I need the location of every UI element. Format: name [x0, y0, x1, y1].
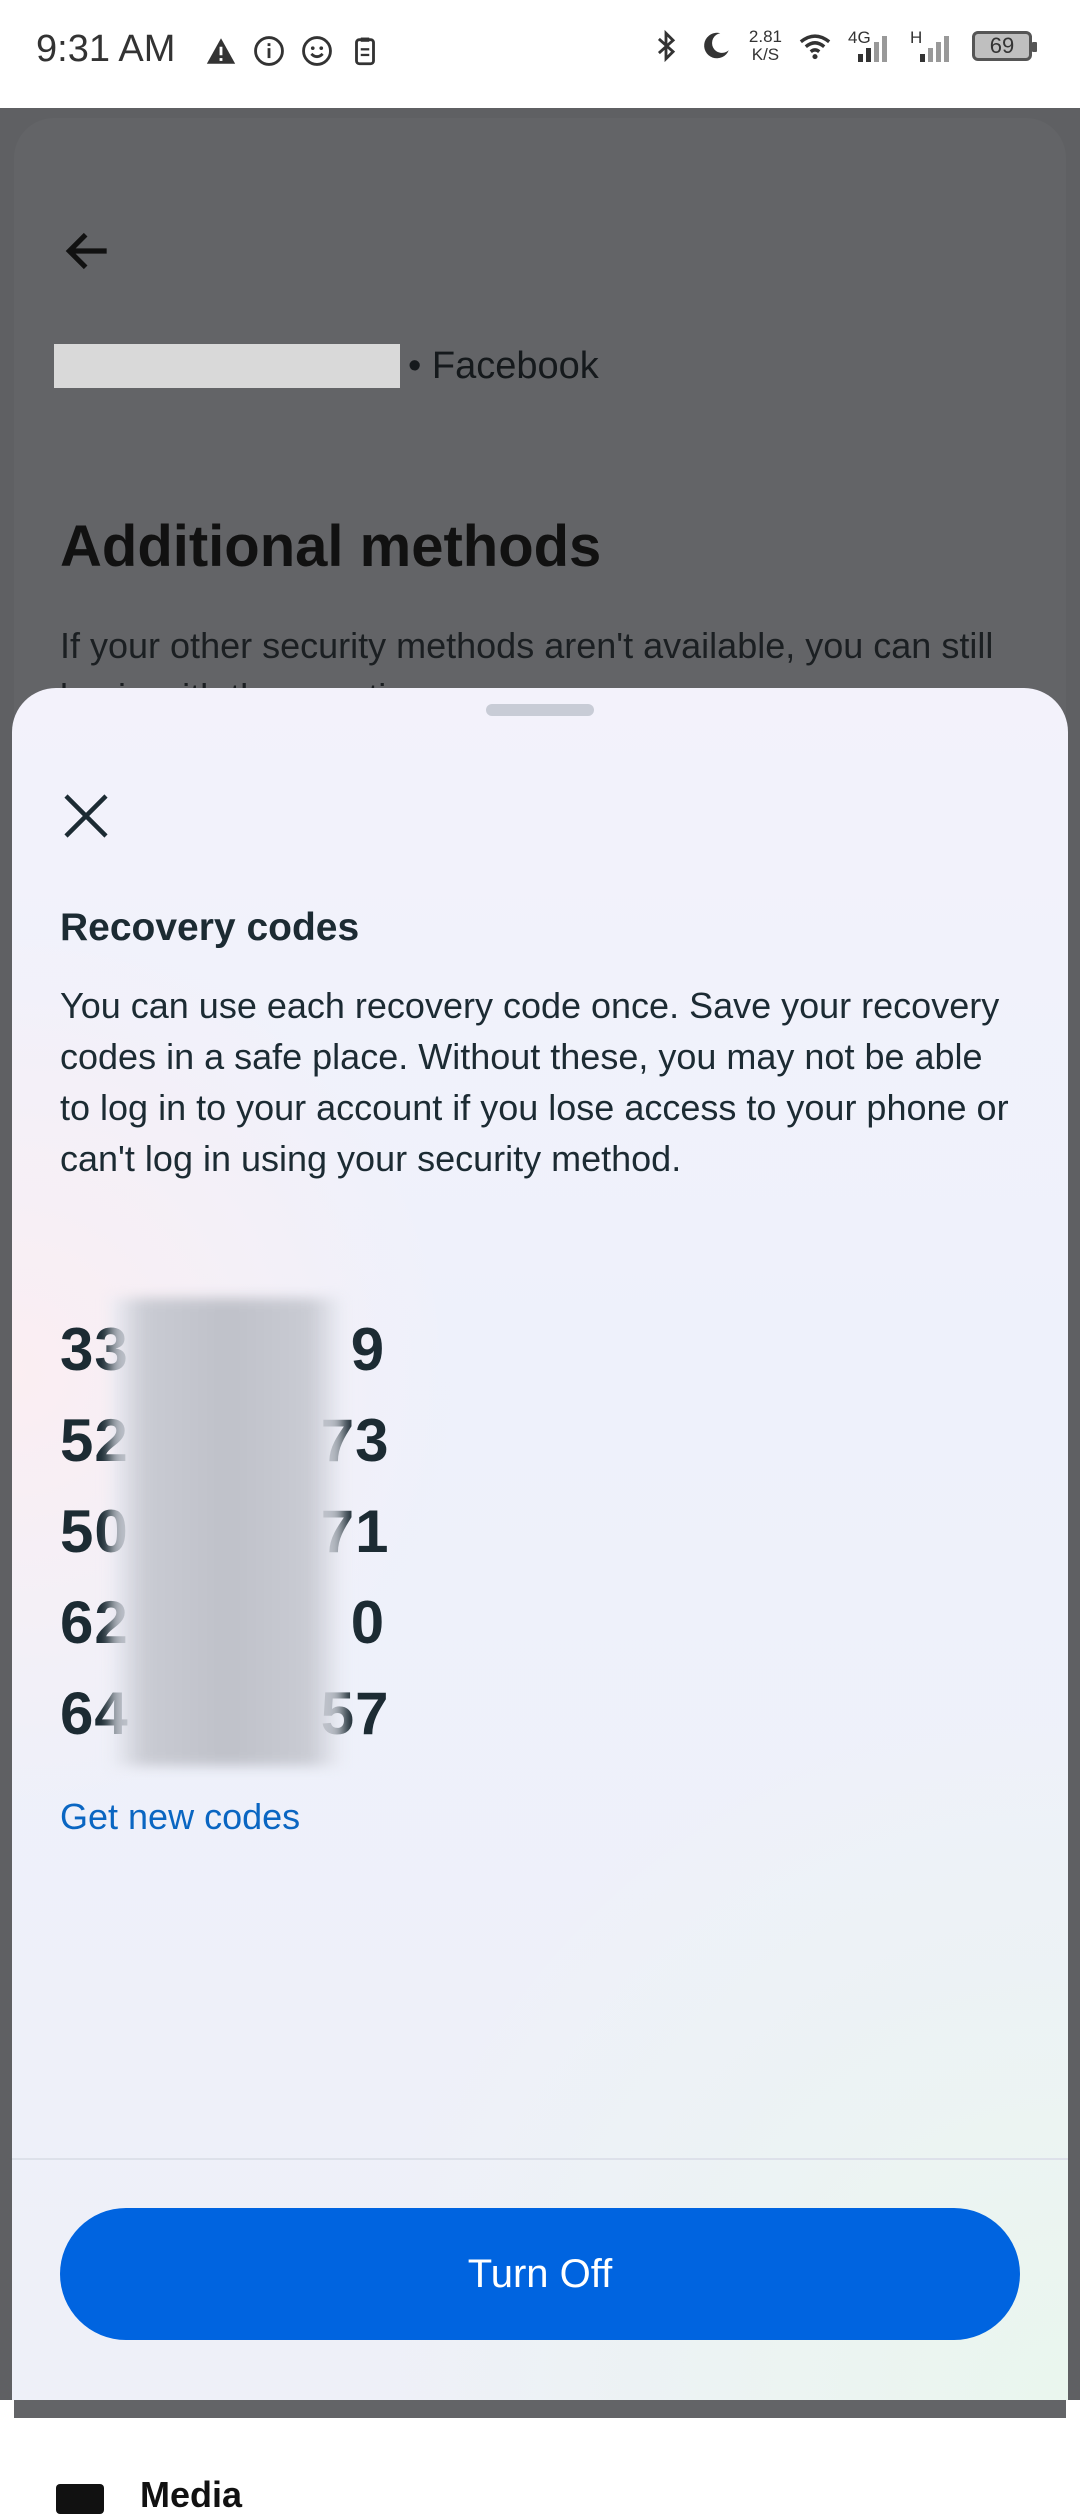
sheet-description: You can use each recovery code once. Sav… — [60, 985, 1009, 1179]
turn-off-button[interactable]: Turn Off — [60, 2208, 1020, 2340]
recovery-codes-sheet: Recovery codes You can use each recovery… — [12, 688, 1068, 2400]
sheet-divider — [12, 2158, 1068, 2160]
media-item-label[interactable]: Media — [140, 2474, 242, 2516]
status-bar: 9:31 AM 2.81 K/S 4G H 69 — [0, 0, 1080, 108]
code-suffix: 9 — [350, 1316, 386, 1383]
net-speed-unit: K/S — [751, 45, 780, 64]
smiley-icon — [302, 36, 332, 66]
back-arrow-icon[interactable] — [60, 223, 116, 279]
bluetooth-icon — [657, 29, 676, 63]
redacted-codes-blur — [110, 1298, 344, 1766]
get-new-codes-link[interactable]: Get new codes — [60, 1796, 300, 1838]
code-suffix: 0 — [350, 1589, 386, 1656]
signal-4g-icon: 4G — [848, 28, 894, 64]
wifi-icon — [799, 34, 831, 60]
account-row: • Facebook — [54, 344, 599, 388]
info-icon — [254, 36, 284, 66]
platform-label: • Facebook — [408, 344, 599, 387]
sheet-drag-handle[interactable] — [486, 704, 594, 716]
redacted-account-name — [54, 344, 400, 388]
moon-icon — [704, 32, 729, 59]
battery-level: 69 — [989, 33, 1015, 58]
net-speed: 2.81 K/S — [749, 28, 782, 64]
battery-icon: 69 — [972, 31, 1037, 61]
net-speed-value: 2.81 — [748, 27, 782, 46]
media-icon — [56, 2484, 104, 2514]
system-icons: 2.81 K/S 4G H 69 — [649, 28, 1037, 64]
warning-icon — [206, 38, 236, 64]
recovery-code-list: 33 9 52 73 50 71 62 0 64 57 — [60, 1298, 390, 1766]
signal-h-icon: H — [910, 28, 956, 64]
clipboard-icon — [355, 37, 375, 66]
close-icon[interactable] — [56, 786, 116, 846]
notification-icons — [204, 34, 382, 68]
status-time: 9:31 AM — [36, 28, 176, 70]
sheet-title: Recovery codes — [60, 906, 360, 949]
page-title: Additional methods — [60, 514, 602, 579]
